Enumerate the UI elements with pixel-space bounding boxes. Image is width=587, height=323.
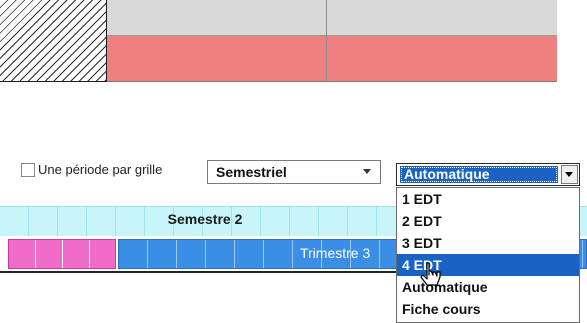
pink-period-bar bbox=[8, 239, 116, 269]
dropdown-option-1-edt[interactable]: 1 EDT bbox=[397, 188, 579, 210]
trimester-label: Trimestre 3 bbox=[300, 245, 371, 261]
grid-row-red bbox=[107, 36, 557, 82]
dropdown-option-3-edt[interactable]: 3 EDT bbox=[397, 232, 579, 254]
dropdown-option-2-edt[interactable]: 2 EDT bbox=[397, 210, 579, 232]
timeline-separator bbox=[0, 271, 396, 273]
one-period-per-grid-checkbox[interactable] bbox=[21, 163, 35, 177]
period-select[interactable]: Semestriel bbox=[207, 160, 381, 184]
one-period-per-grid-label: Une période par grille bbox=[38, 162, 163, 177]
grid-divider bbox=[326, 0, 327, 82]
layout-dropdown-list: 1 EDT 2 EDT 3 EDT 4 EDT Automatique Fich… bbox=[396, 187, 580, 323]
chevron-down-icon bbox=[565, 172, 573, 177]
mouse-pointer-icon bbox=[420, 262, 441, 286]
semester-label: Semestre 2 bbox=[167, 211, 243, 227]
hatched-cell bbox=[0, 0, 107, 82]
layout-select-value[interactable]: Automatique bbox=[400, 166, 558, 183]
grid-row-gray bbox=[107, 0, 557, 36]
period-select-value: Semestriel bbox=[216, 164, 287, 180]
dropdown-option-fiche-cours[interactable]: Fiche cours bbox=[397, 298, 579, 320]
chevron-down-icon bbox=[363, 169, 371, 174]
